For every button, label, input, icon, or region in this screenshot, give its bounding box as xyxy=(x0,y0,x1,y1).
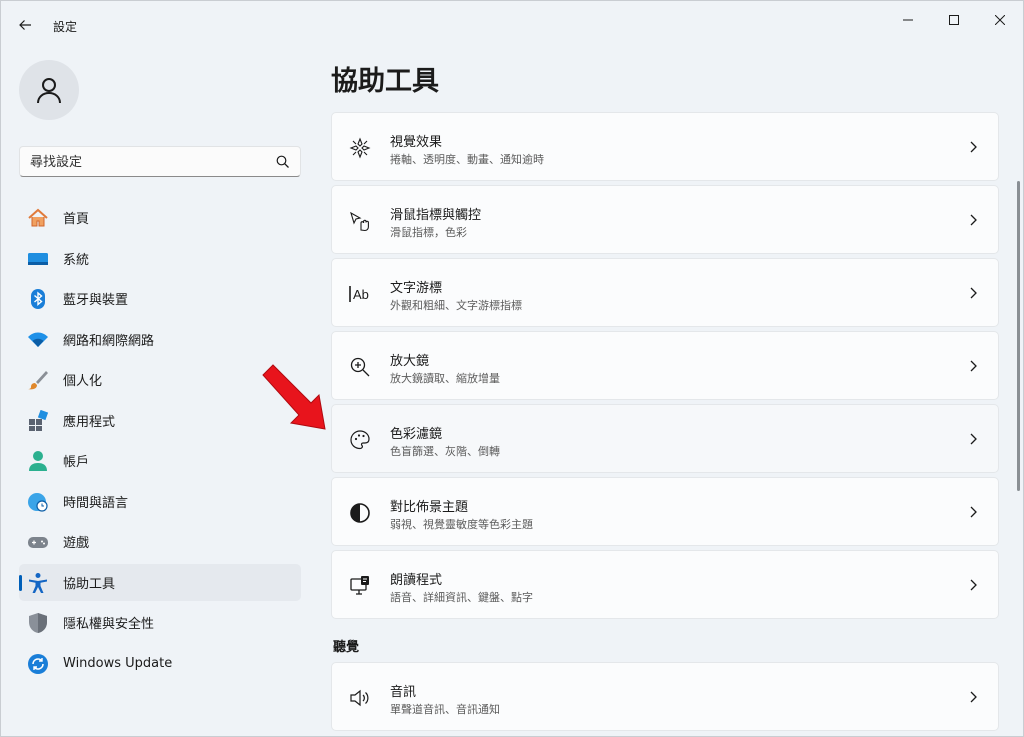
sidebar-item-label: 首頁 xyxy=(63,212,90,227)
monitor-icon xyxy=(27,248,49,270)
sidebar-nav: 首頁 系統 藍牙與裝置 網路和網際網路 個人化 應用程式 帳戶 時間與語言 遊戲… xyxy=(19,199,301,685)
chevron-right-icon xyxy=(966,505,980,519)
sidebar-item-label: 網路和網際網路 xyxy=(63,333,155,349)
card-text-cursor[interactable]: Ab 文字游標 外觀和粗細、文字游標指標 xyxy=(331,258,999,327)
back-arrow-icon xyxy=(19,20,31,30)
app-title: 設定 xyxy=(53,20,78,34)
globe-clock-icon xyxy=(27,491,49,513)
card-subtitle: 捲軸、透明度、動畫、通知逾時 xyxy=(390,153,544,166)
maximize-icon xyxy=(949,15,959,25)
user-icon xyxy=(37,78,61,104)
card-title: 對比佈景主題 xyxy=(390,500,469,515)
bluetooth-icon xyxy=(27,288,49,310)
sidebar-item-system[interactable]: 系統 xyxy=(19,240,301,277)
sidebar-item-bluetooth[interactable]: 藍牙與裝置 xyxy=(19,280,301,317)
scrollbar[interactable] xyxy=(1017,181,1020,491)
mouse-pointer-icon xyxy=(348,209,372,233)
card-contrast-themes[interactable]: 對比佈景主題 弱視、視覺靈敏度等色彩主題 xyxy=(331,477,999,546)
back-button[interactable] xyxy=(13,13,37,37)
sidebar-item-privacy[interactable]: 隱私權與安全性 xyxy=(19,604,301,641)
search-box[interactable] xyxy=(19,146,301,177)
shield-icon xyxy=(27,612,49,634)
wifi-icon xyxy=(27,329,49,351)
person-icon xyxy=(27,450,49,472)
svg-text:Ab: Ab xyxy=(353,287,369,302)
sidebar-item-label: 時間與語言 xyxy=(63,495,129,511)
card-subtitle: 外觀和粗細、文字游標指標 xyxy=(390,299,522,312)
home-icon xyxy=(27,207,49,229)
speaker-icon xyxy=(348,686,372,710)
chevron-right-icon xyxy=(966,213,980,227)
card-title: 色彩濾鏡 xyxy=(390,427,443,442)
visual-effects-icon xyxy=(348,136,372,160)
avatar[interactable] xyxy=(19,60,79,120)
search-input[interactable] xyxy=(30,153,270,171)
sidebar-item-accessibility[interactable]: 協助工具 xyxy=(19,563,301,601)
sidebar-item-windows-update[interactable]: Windows Update xyxy=(19,645,301,682)
page-title: 協助工具 xyxy=(331,66,439,97)
sidebar-item-label: 帳戶 xyxy=(63,455,90,470)
card-title: 文字游標 xyxy=(390,281,443,296)
card-subtitle: 色盲篩選、灰階、倒轉 xyxy=(390,445,500,458)
sidebar-item-label: 藍牙與裝置 xyxy=(63,293,129,308)
close-icon xyxy=(995,15,1005,25)
minimize-icon xyxy=(903,19,913,21)
sidebar-item-accounts[interactable]: 帳戶 xyxy=(19,442,301,479)
card-title: 朗讀程式 xyxy=(390,573,443,588)
settings-window: 設定 尋找設定 首頁 系統 藍牙與裝置 網路和網際網路 個人化 應用程式 帳戶 … xyxy=(0,0,1024,737)
gamepad-icon xyxy=(27,531,49,553)
search-icon[interactable] xyxy=(276,155,290,169)
maximize-button[interactable] xyxy=(931,7,977,33)
settings-card-list: 視覺效果 捲軸、透明度、動畫、通知逾時 滑鼠指標與觸控 滑鼠指標，色彩 Ab 文… xyxy=(331,112,999,623)
chevron-right-icon xyxy=(966,140,980,154)
card-visual-effects[interactable]: 視覺效果 捲軸、透明度、動畫、通知逾時 xyxy=(331,112,999,181)
card-narrator[interactable]: 朗讀程式 語音、詳細資訊、鍵盤、點字 xyxy=(331,550,999,619)
card-subtitle: 弱視、視覺靈敏度等色彩主題 xyxy=(390,518,533,531)
section-heading-hearing: 聽覺 xyxy=(333,640,360,655)
sidebar-item-label: 系統 xyxy=(63,252,90,268)
update-icon xyxy=(27,653,49,675)
sidebar-item-home[interactable]: 首頁 xyxy=(19,199,301,236)
palette-icon xyxy=(348,428,372,452)
text-cursor-icon: Ab xyxy=(348,282,372,306)
sidebar-item-gaming[interactable]: 遊戲 xyxy=(19,523,301,560)
minimize-button[interactable] xyxy=(885,7,931,33)
sidebar-item-label: 應用程式 xyxy=(63,414,116,430)
card-mouse-pointer[interactable]: 滑鼠指標與觸控 滑鼠指標，色彩 xyxy=(331,185,999,254)
sidebar-item-network[interactable]: 網路和網際網路 xyxy=(19,321,301,358)
brush-icon xyxy=(27,369,49,391)
accessibility-icon xyxy=(27,572,49,594)
card-subtitle: 語音、詳細資訊、鍵盤、點字 xyxy=(390,591,533,604)
card-title: 音訊 xyxy=(390,685,417,700)
card-title: 放大鏡 xyxy=(390,354,430,369)
sidebar-item-label: 個人化 xyxy=(63,374,103,389)
sidebar-item-label: 協助工具 xyxy=(63,576,116,592)
contrast-icon xyxy=(348,501,372,525)
chevron-right-icon xyxy=(966,578,980,592)
title-bar: 設定 xyxy=(1,1,1023,41)
magnifier-icon xyxy=(348,355,372,379)
narrator-icon xyxy=(348,574,372,598)
card-subtitle: 滑鼠指標，色彩 xyxy=(390,226,467,239)
annotation-arrow-icon xyxy=(262,364,326,430)
card-subtitle: 放大鏡讀取、縮放增量 xyxy=(390,372,500,385)
chevron-right-icon xyxy=(966,432,980,446)
close-button[interactable] xyxy=(977,7,1023,33)
sidebar-item-time-language[interactable]: 時間與語言 xyxy=(19,483,301,520)
card-color-filters[interactable]: 色彩濾鏡 色盲篩選、灰階、倒轉 xyxy=(331,404,999,473)
sidebar-item-label: 遊戲 xyxy=(63,536,90,551)
card-audio[interactable]: 音訊 單聲道音訊、音訊通知 xyxy=(331,662,999,731)
sidebar-item-label: 隱私權與安全性 xyxy=(63,617,155,632)
audio-card-wrapper: 音訊 單聲道音訊、音訊通知 xyxy=(331,662,999,735)
card-title: 視覺效果 xyxy=(390,135,443,150)
card-magnifier[interactable]: 放大鏡 放大鏡讀取、縮放增量 xyxy=(331,331,999,400)
chevron-right-icon xyxy=(966,286,980,300)
sidebar-item-label: Windows Update xyxy=(63,655,173,671)
chevron-right-icon xyxy=(966,359,980,373)
card-subtitle: 單聲道音訊、音訊通知 xyxy=(390,703,500,716)
card-title: 滑鼠指標與觸控 xyxy=(390,208,482,223)
apps-icon xyxy=(27,409,49,432)
chevron-right-icon xyxy=(966,690,980,704)
